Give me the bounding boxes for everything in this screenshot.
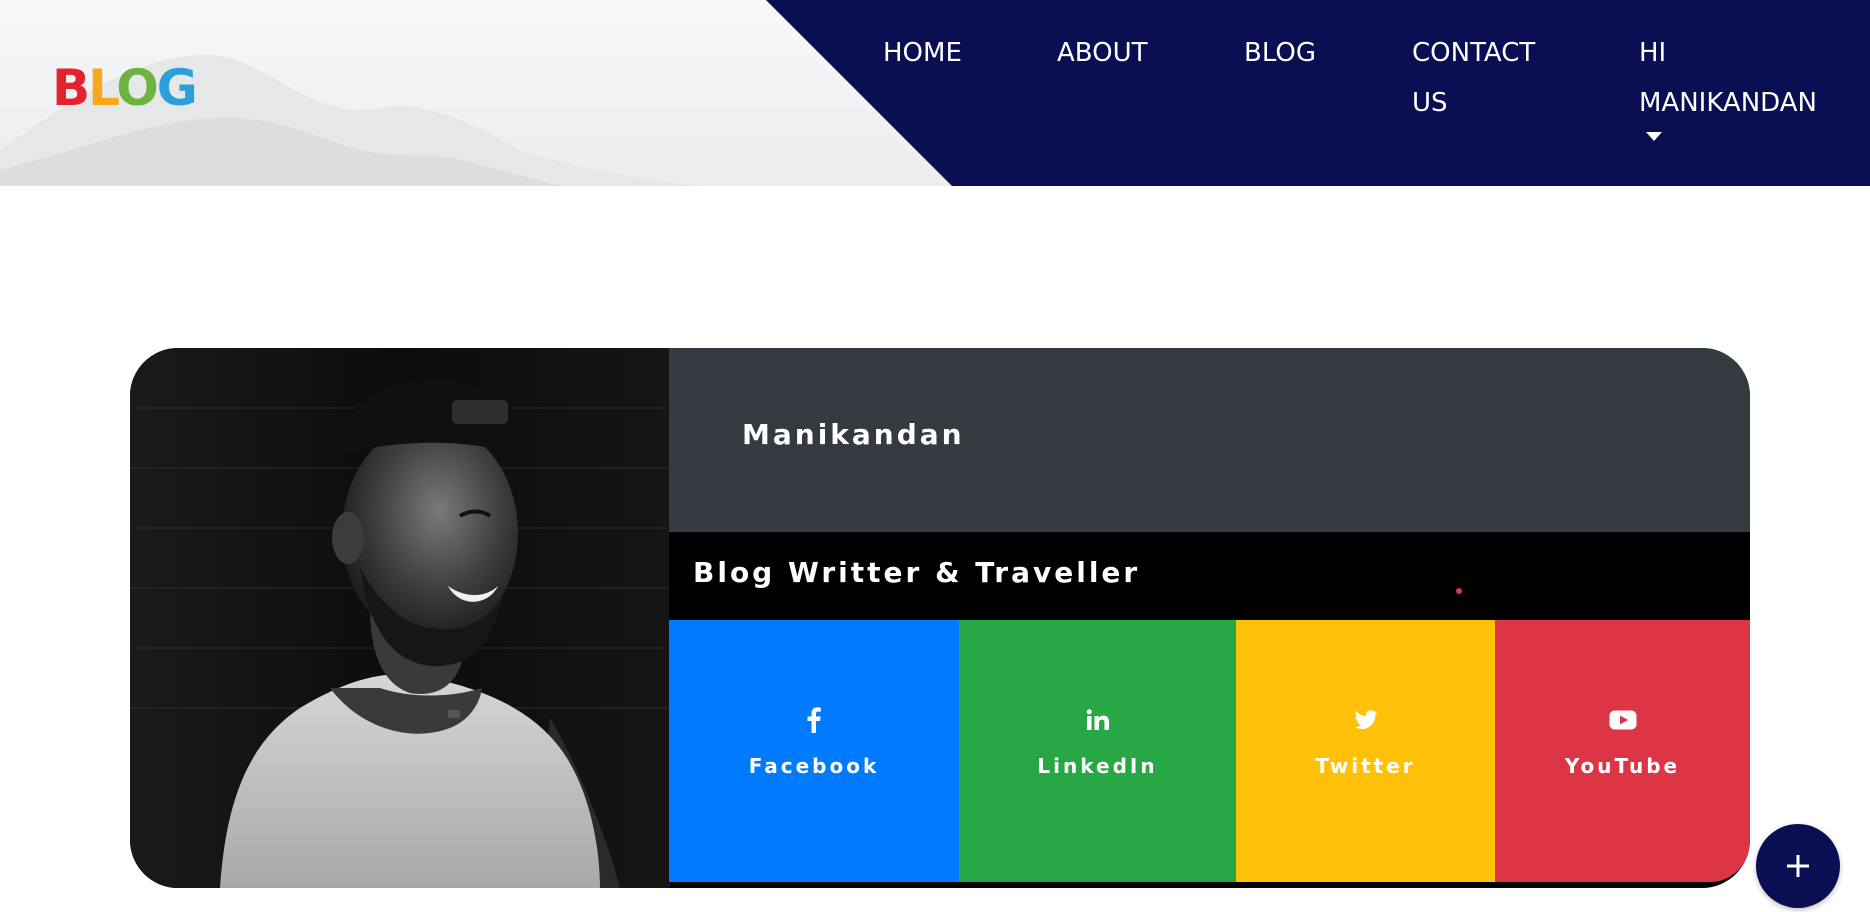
portrait-illustration	[130, 348, 670, 888]
twitter-label: Twitter	[1315, 754, 1416, 778]
nav-contact-us[interactable]: CONTACT US	[1412, 28, 1572, 128]
main-nav: HOME ABOUT BLOG CONTACT US HI MANIKANDAN	[0, 14, 1870, 174]
nav-user-name: MANIKANDAN	[1639, 88, 1817, 118]
nav-blog[interactable]: BLOG	[1244, 28, 1316, 78]
decorative-dot	[1456, 588, 1462, 594]
linkedin-label: LinkedIn	[1037, 754, 1158, 778]
facebook-icon	[669, 706, 959, 734]
profile-name: Manikandan	[742, 418, 965, 451]
site-header: BLOG HOME ABOUT BLOG CONTACT US HI MANIK…	[0, 0, 1870, 186]
nav-contact-line2: US	[1412, 88, 1448, 118]
nav-user-greeting: HI	[1639, 38, 1667, 68]
chevron-down-icon[interactable]	[1646, 132, 1662, 141]
youtube-label: YouTube	[1564, 754, 1681, 778]
facebook-link[interactable]: Facebook	[669, 620, 959, 882]
profile-card: Manikandan Blog Writter & Traveller Face…	[130, 348, 1750, 888]
youtube-link[interactable]: YouTube	[1495, 620, 1750, 882]
nav-contact-line1: CONTACT	[1412, 38, 1536, 68]
nav-user-menu[interactable]: HI MANIKANDAN	[1639, 28, 1849, 128]
twitter-link[interactable]: Twitter	[1236, 620, 1495, 882]
profile-role: Blog Writter & Traveller	[693, 556, 1141, 589]
twitter-icon	[1236, 706, 1495, 734]
facebook-label: Facebook	[748, 754, 880, 778]
nav-home[interactable]: HOME	[883, 28, 962, 78]
name-panel: Manikandan	[669, 348, 1750, 532]
portrait-photo	[130, 348, 670, 888]
role-panel: Blog Writter & Traveller	[669, 532, 1750, 620]
youtube-icon	[1495, 706, 1750, 734]
add-button[interactable]	[1756, 824, 1840, 908]
social-links: Facebook LinkedIn Twitter YouTube	[669, 620, 1750, 888]
linkedin-icon	[959, 706, 1236, 734]
plus-icon	[1787, 855, 1809, 877]
profile-info: Manikandan Blog Writter & Traveller Face…	[669, 348, 1750, 888]
linkedin-link[interactable]: LinkedIn	[959, 620, 1236, 882]
nav-about[interactable]: ABOUT	[1057, 28, 1148, 78]
